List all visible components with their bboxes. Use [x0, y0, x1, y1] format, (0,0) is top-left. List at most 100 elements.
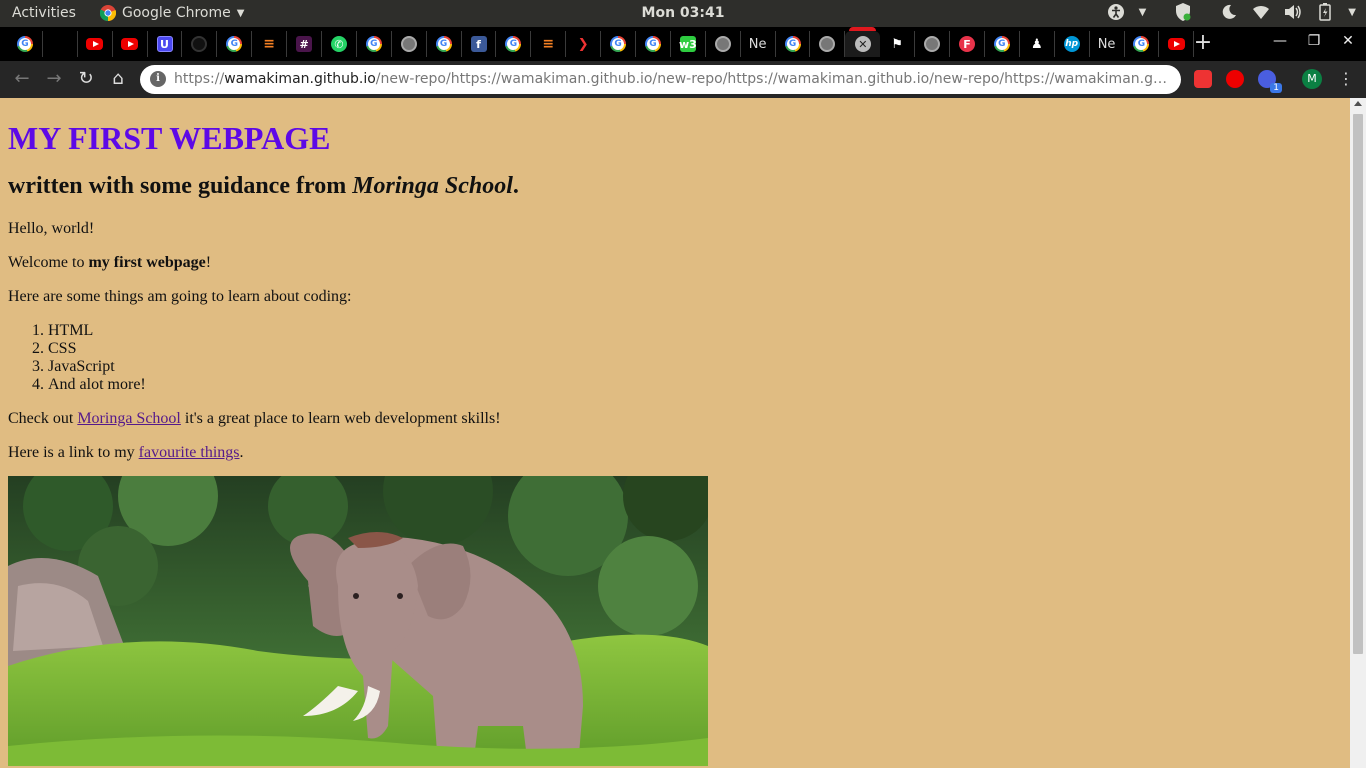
url-text[interactable]: https://wamakiman.github.io/new-repo/htt…	[174, 71, 1168, 87]
globe-icon	[819, 36, 836, 52]
gnome-top-bar: Activities Google Chrome ▼ Mon 03:41 ▼ ▼	[0, 0, 1366, 27]
accessibility-icon[interactable]	[1107, 3, 1125, 21]
subtitle-emphasis: Moringa School	[352, 173, 513, 199]
tab[interactable]: ⚑	[880, 31, 916, 57]
restore-icon[interactable]: ❐	[1306, 33, 1322, 49]
tab-strip: U ≡ # ✆ f ≡ ❯ w3 Ne ✕ ⚑ F ♟ hp Ne + — ❐ ✕	[0, 27, 1366, 61]
checkout-suffix: it's a great place to learn web developm…	[180, 410, 501, 427]
welcome-text: Welcome to my first webpage!	[8, 254, 1342, 272]
tab[interactable]	[1125, 31, 1160, 57]
tab[interactable]	[182, 31, 218, 57]
tab[interactable]: F	[950, 31, 985, 57]
extension-badge-count: 1	[1270, 83, 1282, 93]
tab[interactable]: f	[462, 31, 497, 57]
battery-icon[interactable]	[1316, 3, 1334, 21]
night-light-icon[interactable]	[1220, 3, 1238, 21]
learn-intro: Here are some things am going to learn a…	[8, 288, 352, 305]
tab[interactable]: U	[148, 31, 183, 57]
tab[interactable]	[357, 31, 392, 57]
clock[interactable]: Mon 03:41	[642, 5, 725, 21]
tab[interactable]: ♟	[1020, 31, 1055, 57]
close-window-icon[interactable]: ✕	[1340, 33, 1356, 49]
list-item: CSS	[48, 340, 1342, 358]
hello-text: Hello, world!	[8, 220, 95, 237]
extension-hand-icon[interactable]	[1226, 70, 1244, 88]
tab[interactable]	[113, 31, 148, 57]
tab[interactable]	[810, 31, 846, 57]
home-icon[interactable]: ⌂	[107, 68, 129, 90]
profile-avatar[interactable]: M	[1302, 69, 1322, 89]
slack-icon: #	[296, 36, 313, 52]
back-arrow-icon[interactable]: ←	[11, 68, 33, 90]
favourite-prefix: Here is a link to my	[8, 444, 139, 461]
tab[interactable]	[985, 31, 1020, 57]
address-bar[interactable]: i https://wamakiman.github.io/new-repo/h…	[140, 65, 1181, 94]
ne-icon: Ne	[748, 36, 767, 52]
list-item: HTML	[48, 322, 1342, 340]
tab[interactable]	[496, 31, 532, 57]
tab[interactable]: w3	[671, 31, 706, 57]
chrome-icon	[100, 5, 116, 21]
globe-icon	[924, 36, 941, 52]
activities-button[interactable]: Activities	[12, 5, 76, 21]
minimize-icon[interactable]: —	[1272, 33, 1288, 49]
tab[interactable]: #	[287, 31, 323, 57]
tab[interactable]: ✆	[322, 31, 357, 57]
wifi-icon[interactable]	[1252, 3, 1270, 21]
google-icon	[644, 36, 661, 52]
tab[interactable]	[427, 31, 462, 57]
shield-update-icon[interactable]	[1174, 3, 1192, 21]
tab[interactable]	[915, 31, 951, 57]
tab[interactable]	[78, 31, 113, 57]
tab-active[interactable]: ✕	[845, 27, 881, 57]
moringa-school-link[interactable]: Moringa School	[77, 410, 181, 427]
subtitle-prefix: written with some guidance from	[8, 173, 353, 199]
app-menu-label: Google Chrome	[122, 5, 231, 21]
welcome-prefix: Welcome to	[8, 254, 89, 271]
youtube-icon	[1167, 38, 1185, 50]
google-icon	[993, 36, 1010, 52]
github-icon	[191, 36, 208, 52]
extension-badge-icon[interactable]: 1	[1258, 70, 1282, 93]
chevron-down-icon[interactable]: ▼	[1139, 7, 1147, 18]
ne-icon: Ne	[1097, 36, 1116, 52]
whatsapp-icon: ✆	[330, 36, 347, 52]
tab[interactable]	[217, 31, 253, 57]
tab[interactable]: ≡	[252, 31, 288, 57]
tab[interactable]: ≡	[531, 31, 567, 57]
tab[interactable]	[43, 31, 78, 57]
globe-icon	[400, 36, 417, 52]
favourite-things-link[interactable]: favourite things	[139, 444, 240, 461]
site-info-icon[interactable]: i	[150, 71, 166, 87]
app-menu[interactable]: Google Chrome ▼	[100, 5, 244, 21]
tab[interactable]	[636, 31, 671, 57]
tab[interactable]	[1159, 31, 1195, 57]
extension-shield-icon[interactable]	[1194, 70, 1212, 88]
tab[interactable]	[706, 31, 741, 57]
tabs: U ≡ # ✆ f ≡ ❯ w3 Ne ✕ ⚑ F ♟ hp Ne	[8, 27, 1195, 57]
tab[interactable]: Ne	[741, 31, 776, 57]
kebab-menu-icon[interactable]: ⋮	[1338, 69, 1354, 88]
url-host: wamakiman.github.io	[224, 71, 376, 87]
page-scrollbar[interactable]	[1350, 98, 1366, 768]
system-tray[interactable]: ▼ ▼	[1107, 3, 1356, 21]
tab[interactable]	[776, 31, 811, 57]
favourite-suffix: .	[239, 444, 244, 461]
tab[interactable]	[601, 31, 637, 57]
new-tab-button[interactable]: +	[1193, 32, 1213, 54]
tab[interactable]	[8, 31, 43, 57]
tab[interactable]: ❯	[566, 31, 602, 57]
tab[interactable]	[392, 31, 427, 57]
google-icon	[1133, 36, 1150, 52]
tab[interactable]: Ne	[1090, 31, 1125, 57]
tab[interactable]: hp	[1055, 31, 1090, 57]
volume-icon[interactable]	[1284, 3, 1302, 21]
forward-arrow-icon[interactable]: →	[43, 68, 65, 90]
reload-icon[interactable]: ↻	[75, 68, 97, 90]
scroll-up-arrow-icon[interactable]	[1354, 101, 1362, 106]
scrollbar-thumb[interactable]	[1353, 114, 1363, 654]
welcome-bold: my first webpage	[88, 254, 206, 271]
power-menu-chevron-icon[interactable]: ▼	[1348, 7, 1356, 18]
google-icon	[226, 36, 243, 52]
google-icon	[784, 36, 801, 52]
